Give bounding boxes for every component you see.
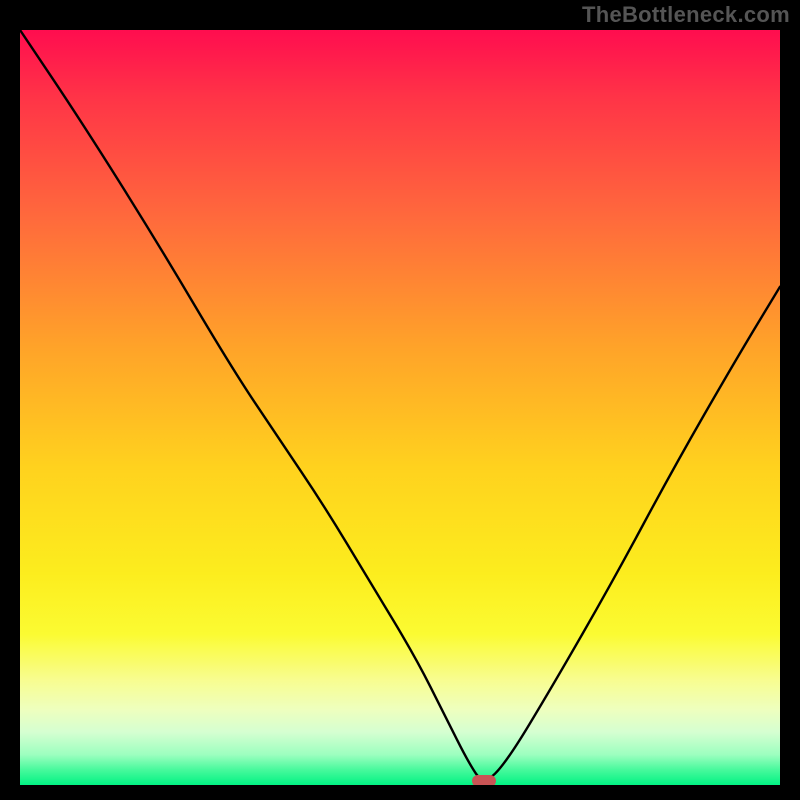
optimal-point-marker xyxy=(472,775,496,785)
chart-frame: TheBottleneck.com xyxy=(0,0,800,800)
watermark-text: TheBottleneck.com xyxy=(582,2,790,28)
curve-path xyxy=(20,30,780,779)
plot-area xyxy=(20,30,780,785)
bottleneck-curve xyxy=(20,30,780,785)
